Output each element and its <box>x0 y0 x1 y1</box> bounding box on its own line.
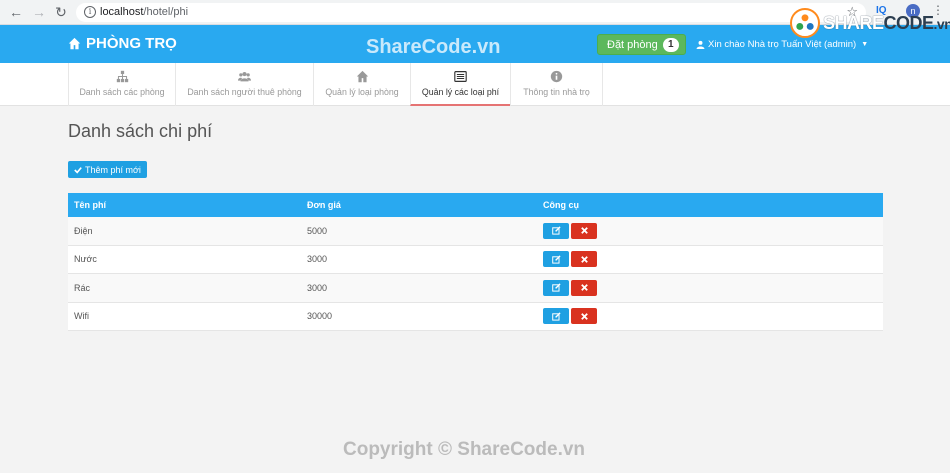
forward-icon[interactable]: → <box>31 4 47 20</box>
book-room-button[interactable]: Đặt phòng 1 <box>597 34 686 55</box>
user-icon <box>696 40 705 49</box>
close-icon <box>580 284 588 292</box>
reload-icon[interactable]: ↻ <box>53 4 69 20</box>
tab-room-list[interactable]: Danh sách các phòng <box>68 63 175 106</box>
delete-button[interactable] <box>571 251 597 268</box>
tab-label: Quản lý các loại phí <box>421 87 500 97</box>
tab-label: Quản lý loại phòng <box>325 87 399 97</box>
tab-label: Danh sách các phòng <box>79 87 165 97</box>
url-text: localhost/hotel/phi <box>100 6 189 18</box>
delete-button[interactable] <box>571 279 597 296</box>
edit-icon <box>551 312 561 321</box>
watermark-top: ShareCode.vn <box>366 36 501 58</box>
home-icon <box>68 37 81 50</box>
info-icon <box>550 70 563 83</box>
close-icon <box>580 255 588 263</box>
fee-name: Wifi <box>74 311 89 322</box>
user-menu[interactable]: Xin chào Nhà trọ Tuấn Việt (admin) ▼ <box>696 39 868 50</box>
chevron-down-icon: ▼ <box>861 41 869 48</box>
add-fee-button[interactable]: Thêm phí mới <box>68 161 147 178</box>
row-tools <box>543 303 599 331</box>
book-room-label: Đặt phòng <box>607 38 658 51</box>
row-tools <box>543 217 599 245</box>
fee-price: 3000 <box>307 254 328 265</box>
tab-fee-types[interactable]: Quản lý các loại phí <box>410 63 510 106</box>
tab-tenant-list[interactable]: Danh sách người thuê phòng <box>175 63 313 106</box>
add-fee-label: Thêm phí mới <box>85 164 141 175</box>
row-tools <box>543 274 599 302</box>
fee-price: 30000 <box>307 311 333 322</box>
tab-room-types[interactable]: Quản lý loại phòng <box>313 63 410 106</box>
tab-hostel-info[interactable]: Thông tin nhà trọ <box>510 63 603 106</box>
table-row: Rác 3000 <box>68 274 883 303</box>
table-row: Điện 5000 <box>68 217 883 246</box>
edit-icon <box>551 226 561 235</box>
site-info-icon[interactable]: i <box>84 6 96 18</box>
fee-price: 3000 <box>307 282 328 293</box>
home-icon <box>356 70 368 83</box>
edit-button[interactable] <box>543 251 569 268</box>
fee-price: 5000 <box>307 225 328 236</box>
edit-button[interactable] <box>543 308 569 325</box>
address-bar[interactable]: i localhost/hotel/phi ☆ <box>76 3 866 22</box>
sitemap-icon <box>116 70 128 83</box>
row-tools <box>543 246 599 274</box>
users-icon <box>238 71 251 82</box>
sharecode-logo: SHARECODE.vn <box>790 8 950 38</box>
user-greeting: Xin chào Nhà trọ Tuấn Việt (admin) <box>708 39 857 50</box>
column-header-name: Tên phí <box>74 200 106 210</box>
delete-button[interactable] <box>571 222 597 239</box>
delete-button[interactable] <box>571 308 597 325</box>
column-header-tools: Công cụ <box>543 200 579 210</box>
check-icon <box>74 166 82 174</box>
fee-table: Tên phí Đơn giá Công cụ Điện 5000 Nước 3… <box>68 193 883 331</box>
table-row: Nước 3000 <box>68 245 883 274</box>
book-count-badge: 1 <box>662 37 679 52</box>
edit-icon <box>551 283 561 292</box>
edit-button[interactable] <box>543 222 569 239</box>
logo-text: SHARECODE.vn <box>823 12 950 33</box>
column-header-price: Đơn giá <box>307 200 341 210</box>
close-icon <box>580 227 588 235</box>
logo-emblem-icon <box>790 8 820 38</box>
page-title: Danh sách chi phí <box>68 121 213 141</box>
back-icon[interactable]: ← <box>8 4 24 20</box>
edit-icon <box>551 255 561 264</box>
tab-label: Thông tin nhà trọ <box>523 87 590 97</box>
table-row: Wifi 30000 <box>68 302 883 331</box>
watermark-copyright: Copyright © ShareCode.vn <box>343 439 586 460</box>
brand-link[interactable]: PHÒNG TRỌ <box>68 35 177 52</box>
list-icon <box>454 71 467 82</box>
close-icon <box>580 312 588 320</box>
tab-label: Danh sách người thuê phòng <box>187 87 302 97</box>
table-header: Tên phí Đơn giá Công cụ <box>68 193 883 217</box>
brand-label: PHÒNG TRỌ <box>86 35 177 52</box>
tab-bar: Danh sách các phòng Danh sách người thuê… <box>0 63 950 106</box>
fee-name: Rác <box>74 282 91 293</box>
fee-name: Nước <box>74 254 97 265</box>
edit-button[interactable] <box>543 279 569 296</box>
fee-name: Điện <box>74 225 93 236</box>
